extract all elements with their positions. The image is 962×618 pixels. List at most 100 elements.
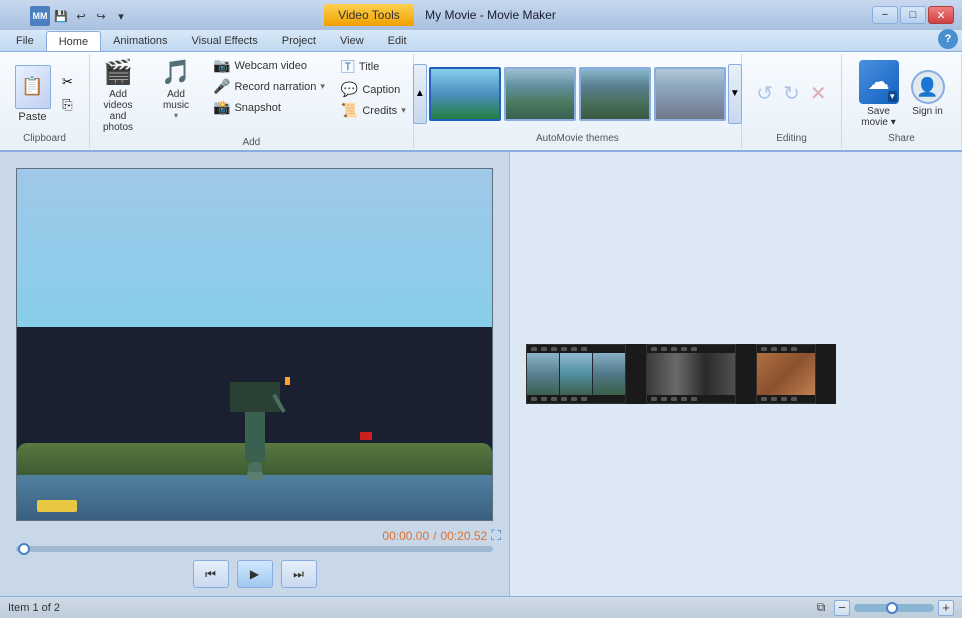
film-clip-1[interactable]: [526, 344, 626, 404]
fullscreen-button[interactable]: ⛶: [491, 527, 501, 544]
film-clip-2[interactable]: [646, 344, 736, 404]
add-videos-label: Add videos and photos: [97, 89, 139, 133]
themes-content: ▲ ▼: [413, 56, 742, 131]
share-group-label: Share: [888, 131, 915, 146]
tab-edit[interactable]: Edit: [376, 31, 419, 51]
save-quick-btn[interactable]: 💾: [52, 7, 70, 25]
water: [17, 475, 492, 520]
sol-torch: [285, 377, 290, 385]
caption-button[interactable]: 💬 Caption: [337, 80, 410, 99]
editing-group: ↺ ↻ ✕ Editing: [742, 54, 842, 148]
tab-file[interactable]: File: [4, 31, 46, 51]
paste-button[interactable]: 📋 Paste: [11, 63, 55, 125]
status-bar: Item 1 of 2 ⧉ − +: [0, 596, 962, 618]
rotate-left-icon: ↺: [756, 81, 773, 106]
tab-view[interactable]: View: [328, 31, 376, 51]
ribbon-tab-bar: File Home Animations Visual Effects Proj…: [0, 30, 962, 52]
editing-content: ↺ ↻ ✕: [753, 56, 829, 131]
quick-toolbar-dropdown[interactable]: ▾: [112, 7, 130, 25]
seek-bar[interactable]: [16, 546, 493, 552]
add-group-label: Add: [242, 135, 260, 150]
credits-label: Credits: [362, 105, 397, 117]
rotate-right-button[interactable]: ↻: [780, 79, 803, 108]
statue-of-liberty: [230, 382, 280, 480]
maximize-button[interactable]: □: [900, 6, 926, 24]
theme-item-0[interactable]: [429, 67, 501, 121]
cut-button[interactable]: ✂: [57, 71, 79, 93]
video-tools-label[interactable]: Video Tools: [324, 4, 414, 26]
zoom-controls: ⧉ − +: [812, 599, 954, 617]
tab-project[interactable]: Project: [270, 31, 328, 51]
zoom-thumb: [886, 602, 898, 614]
add-music-label: Add music: [163, 89, 189, 111]
redo-btn[interactable]: ↪: [92, 7, 110, 25]
sol-body: [245, 412, 265, 462]
seek-thumb[interactable]: [18, 543, 30, 555]
add-music-button[interactable]: 🎵 Add music ▾: [151, 56, 201, 122]
film-transition: [626, 344, 646, 404]
tab-visual-effects[interactable]: Visual Effects: [180, 31, 270, 51]
minimize-button[interactable]: −: [872, 6, 898, 24]
themes-scroll-down[interactable]: ▼: [728, 64, 742, 124]
app-title: Video Tools My Movie - Movie Maker: [8, 8, 872, 22]
save-movie-button[interactable]: ☁ ▾ Save movie ▾: [855, 58, 903, 130]
sky: [17, 169, 492, 327]
film-clip-3[interactable]: [756, 344, 816, 404]
clipboard-group: 📋 Paste ✂ ⎘ Clipboard: [0, 54, 90, 148]
monitor-button[interactable]: ⧉: [812, 599, 830, 617]
record-narration-label: Record narration: [234, 81, 316, 93]
play-prev-button[interactable]: ⏮: [193, 560, 229, 588]
copy-button[interactable]: ⎘: [57, 94, 79, 116]
themes-group-label: AutoMovie themes: [536, 131, 619, 146]
current-time: 00:00.00: [382, 529, 429, 543]
webcam-video-button[interactable]: 📷 Webcam video: [209, 56, 329, 75]
themes-scroll-up[interactable]: ▲: [413, 64, 427, 124]
themes-group: ▲ ▼ AutoMovie them: [414, 54, 742, 148]
theme-item-1[interactable]: [504, 67, 576, 121]
undo-btn[interactable]: ↩: [72, 7, 90, 25]
caption-label: Caption: [362, 84, 400, 96]
main-area: 00:00.00 / 00:20.52 ⛶ ⏮ ▶ ⏭: [0, 152, 962, 596]
add-group: 🎬 Add videos and photos 🎵 Add music ▾ 📷 …: [90, 54, 414, 148]
playback-controls: ⏮ ▶ ⏭: [0, 556, 509, 596]
zoom-out-button[interactable]: −: [834, 600, 850, 616]
tab-animations[interactable]: Animations: [101, 31, 179, 51]
clipboard-content: 📋 Paste ✂ ⎘: [11, 56, 79, 131]
sign-in-button[interactable]: 👤 Sign in: [907, 68, 949, 119]
clipboard-small-buttons: ✂ ⎘: [57, 71, 79, 116]
caption-icon: 💬: [341, 81, 358, 98]
play-next-button[interactable]: ⏭: [281, 560, 317, 588]
time-display: 00:00.00 / 00:20.52 ⛶: [0, 525, 509, 546]
film-transition-2: [736, 344, 756, 404]
close-button[interactable]: ✕: [928, 6, 954, 24]
save-movie-label: Save movie ▾: [861, 106, 895, 128]
zoom-slider[interactable]: [854, 604, 934, 612]
status-text: Item 1 of 2: [8, 602, 804, 614]
remove-button[interactable]: ✕: [807, 79, 830, 108]
title-icon: 🅃: [341, 57, 355, 77]
credits-button[interactable]: 📜 Credits ▾: [337, 101, 410, 120]
ribbon: 📋 Paste ✂ ⎘ Clipboard 🎬 Add videos and p…: [0, 52, 962, 152]
camera-icon: 📸: [213, 99, 230, 116]
zoom-in-button[interactable]: +: [938, 600, 954, 616]
play-button[interactable]: ▶: [237, 560, 273, 588]
theme-item-2[interactable]: [579, 67, 651, 121]
add-group-content: 🎬 Add videos and photos 🎵 Add music ▾ 📷 …: [93, 56, 410, 135]
theme-item-3[interactable]: [654, 67, 726, 121]
film-strip: [526, 344, 836, 404]
flag: [360, 432, 372, 440]
preview-video: [16, 168, 493, 521]
record-narration-button[interactable]: 🎤 Record narration ▾: [209, 77, 329, 96]
sol-crown: [247, 472, 263, 480]
add-videos-button[interactable]: 🎬 Add videos and photos: [93, 56, 143, 135]
snapshot-button[interactable]: 📸 Snapshot: [209, 98, 329, 117]
rotate-left-button[interactable]: ↺: [753, 79, 776, 108]
tab-home[interactable]: Home: [46, 31, 101, 51]
paste-label: Paste: [18, 111, 46, 123]
help-button[interactable]: ?: [938, 29, 958, 49]
editing-group-label: Editing: [776, 131, 807, 146]
title-button[interactable]: 🅃 Title: [337, 56, 410, 78]
film-end: [816, 344, 836, 404]
play-next-icon: ⏭: [293, 567, 304, 582]
storyboard-content: [510, 152, 962, 596]
